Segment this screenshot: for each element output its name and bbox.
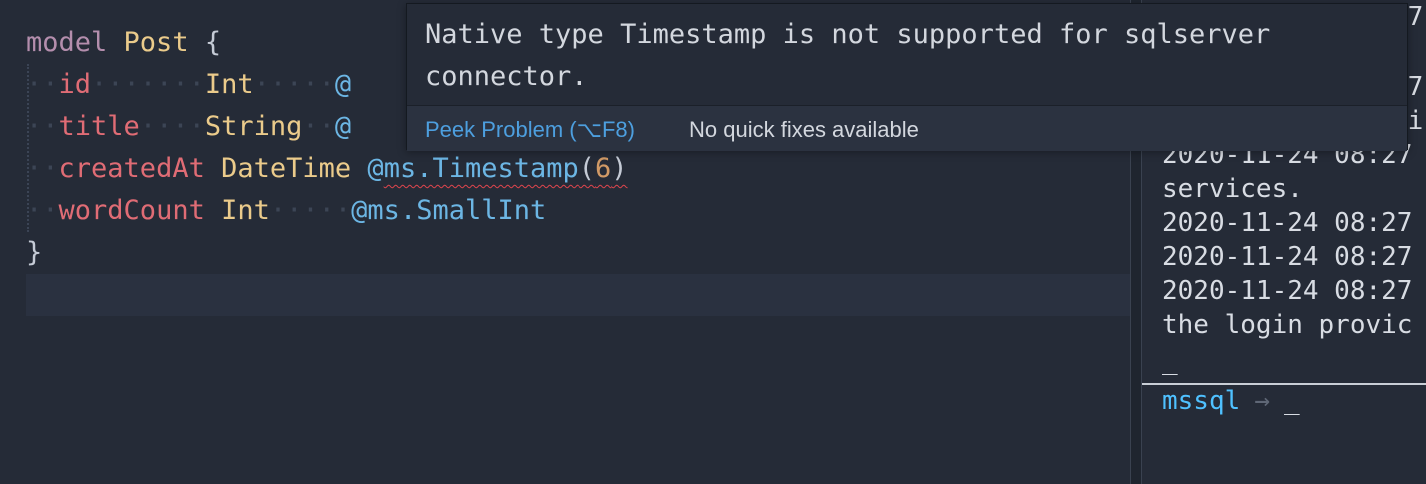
- error-squiggle[interactable]: ms.Timestamp(6): [384, 153, 628, 184]
- attribute-ms-timestamp: ms.Timestamp: [383, 153, 579, 184]
- type-string: String: [204, 111, 303, 142]
- attribute-id: @: [334, 69, 352, 100]
- code-line-model[interactable]: model Post {: [26, 22, 221, 64]
- terminal-cursor-line: _: [1162, 346, 1178, 376]
- type-int: Int: [204, 69, 254, 100]
- type-datetime: DateTime: [221, 153, 352, 184]
- close-brace: }: [26, 237, 43, 268]
- terminal-prompt[interactable]: mssql → _: [1162, 385, 1300, 417]
- hover-message-line-2: connector.: [425, 61, 588, 92]
- prompt-directory: mssql: [1162, 386, 1241, 416]
- field-title: title: [58, 111, 140, 142]
- hover-error-message: Native type Timestamp is not supported f…: [425, 14, 1385, 98]
- timestamp-precision: 6: [595, 153, 612, 184]
- current-line-highlight: [26, 274, 1130, 316]
- model-keyword: model: [26, 27, 108, 58]
- error-hover-widget[interactable]: Native type Timestamp is not supported f…: [406, 3, 1408, 151]
- peek-problem-link[interactable]: Peek Problem (⌥F8): [425, 117, 635, 143]
- field-createdAt: createdAt: [58, 153, 205, 184]
- code-line-title[interactable]: ··title····String··@: [26, 106, 351, 148]
- terminal-line: 2020-11-24 08:27: [1162, 276, 1413, 306]
- terminal-line: 2020-11-24 08:27: [1162, 242, 1413, 272]
- code-line-id[interactable]: ··id·······Int·····@: [26, 64, 351, 106]
- model-name: Post: [123, 27, 189, 58]
- attribute-title: @: [334, 111, 352, 142]
- arrow-right-icon: →: [1254, 386, 1270, 416]
- terminal-line: services.: [1162, 174, 1303, 204]
- terminal-line: the login provic: [1162, 310, 1413, 340]
- hover-message-line-1: Native type Timestamp is not supported f…: [425, 19, 1271, 50]
- open-brace: {: [204, 27, 222, 58]
- type-int-wordcount: Int: [221, 195, 270, 226]
- no-quick-fixes-label: No quick fixes available: [689, 117, 919, 142]
- attribute-at-sign: @: [367, 153, 384, 184]
- terminal-line: 2020-11-24 08:27: [1162, 208, 1413, 238]
- field-id: id: [58, 69, 92, 100]
- code-line-close[interactable]: }: [26, 232, 42, 274]
- prompt-cursor: _: [1283, 386, 1300, 416]
- code-line-wordCount[interactable]: ··wordCount Int·····@ms.SmallInt: [26, 190, 546, 232]
- attribute-ms-smallint: @ms.SmallInt: [351, 195, 547, 226]
- field-wordCount: wordCount: [58, 195, 205, 226]
- hover-status-bar: Peek Problem (⌥F8) No quick fixes availa…: [407, 105, 1407, 151]
- code-line-createdAt[interactable]: ··createdAt DateTime @ms.Timestamp(6): [26, 148, 628, 190]
